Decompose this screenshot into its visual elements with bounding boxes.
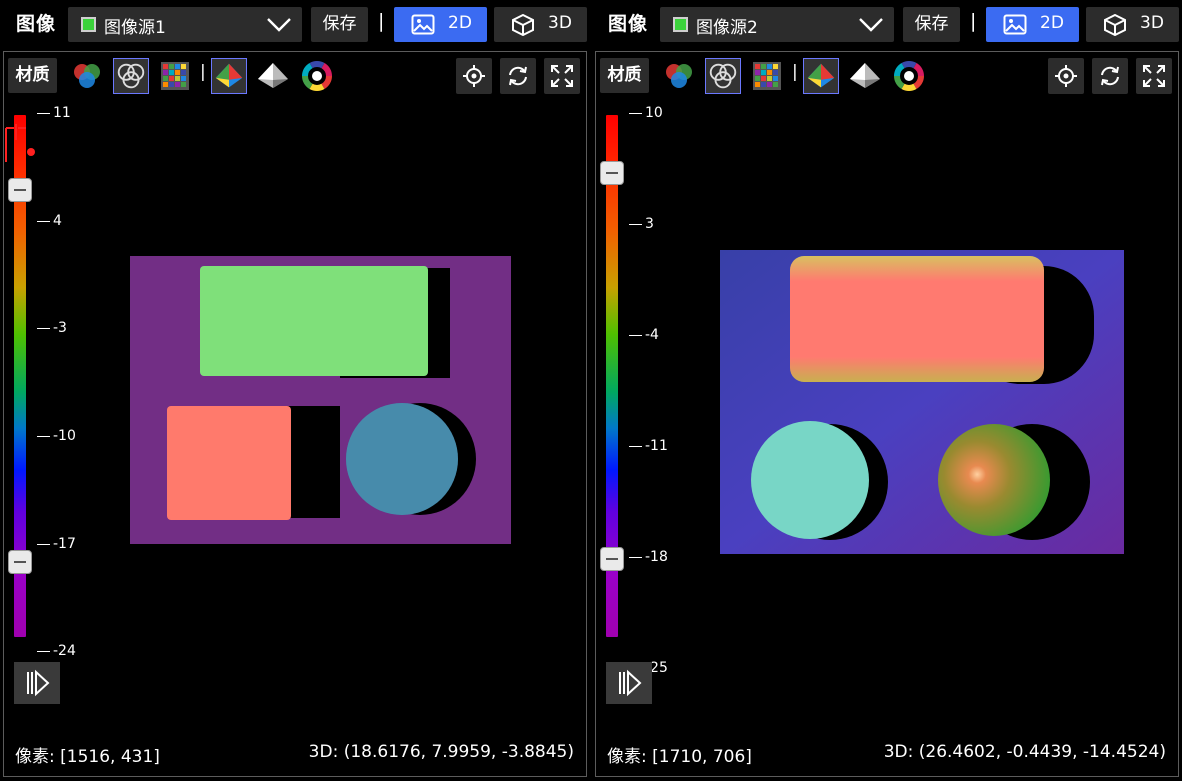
toolbar-divider: | — [792, 62, 798, 82]
colorbar-tick: -4 — [629, 327, 659, 343]
image-source-dropdown[interactable]: 图像源1 — [68, 7, 302, 42]
color-wheel-icon[interactable] — [891, 58, 927, 94]
chevron-down-icon — [859, 18, 883, 32]
colorbar-tick: 3 — [629, 216, 654, 232]
play-icon — [27, 669, 50, 697]
image-icon — [411, 14, 435, 35]
pixel-coordinates: 像素: [1710, 706] — [607, 747, 752, 767]
chevron-down-icon — [267, 18, 291, 32]
image-icon — [1003, 14, 1027, 35]
locate-icon — [463, 65, 485, 87]
viewer-frame: 材质 | — [595, 51, 1179, 777]
depth-image[interactable] — [720, 250, 1124, 554]
locate-icon — [1055, 65, 1077, 87]
refresh-button[interactable] — [500, 58, 536, 94]
colorbar-upper-handle[interactable] — [8, 178, 32, 202]
height-map-icon[interactable] — [211, 58, 247, 94]
colorbar-upper-handle[interactable] — [600, 161, 624, 185]
view-3d-label: 3D — [548, 13, 572, 33]
rgb-color-icon[interactable] — [661, 58, 697, 94]
colorbar-tick: -24 — [37, 643, 76, 659]
colorbar-tick: -11 — [629, 438, 668, 454]
color-grid-icon[interactable] — [157, 58, 193, 94]
colorbar-tick: 11 — [37, 105, 71, 121]
3d-coordinates: 3D: (26.4602, -0.4439, -14.4524) — [883, 742, 1166, 762]
play-button[interactable] — [14, 662, 60, 704]
view-3d-button[interactable]: 3D — [494, 7, 587, 42]
gray-shading-icon[interactable] — [847, 58, 883, 94]
material-button[interactable]: 材质 — [600, 58, 649, 93]
save-button[interactable]: 保存 — [903, 7, 960, 42]
locate-button[interactable] — [1048, 58, 1084, 94]
color-grid-icon[interactable] — [749, 58, 785, 94]
save-button[interactable]: 保存 — [311, 7, 368, 42]
colorbar-tick: -3 — [37, 320, 67, 336]
colorbar-lower-handle[interactable] — [600, 547, 624, 571]
fullscreen-button[interactable] — [544, 58, 580, 94]
height-map-icon[interactable] — [803, 58, 839, 94]
refresh-button[interactable] — [1092, 58, 1128, 94]
colorbar-tick: -17 — [37, 536, 76, 552]
colorbar-lower-handle[interactable] — [8, 550, 32, 574]
colorbar-tick: 10 — [629, 105, 663, 121]
viewer-frame: 材质 | — [3, 51, 587, 777]
fullscreen-icon — [551, 65, 573, 87]
refresh-icon — [1101, 66, 1119, 86]
3d-coordinates: 3D: (18.6176, 7.9959, -3.8845) — [308, 742, 574, 762]
view-3d-label: 3D — [1140, 13, 1164, 33]
colorbar-tick: 4 — [37, 213, 62, 229]
source-indicator-icon — [673, 17, 688, 32]
locate-button[interactable] — [456, 58, 492, 94]
gray-shading-icon[interactable] — [255, 58, 291, 94]
image-source-dropdown[interactable]: 图像源2 — [660, 7, 894, 42]
panel-title: 图像 — [16, 13, 57, 35]
play-icon — [619, 669, 642, 697]
view-2d-label: 2D — [448, 13, 472, 33]
rgb-outline-icon[interactable] — [113, 58, 149, 94]
rgb-color-icon[interactable] — [69, 58, 105, 94]
view-3d-button[interactable]: 3D — [1086, 7, 1179, 42]
color-wheel-icon[interactable] — [299, 58, 335, 94]
viewer-panel-1: 图像 图像源1 保存 | 2D 3D 材质 | 11 4 -3 -10 -17 … — [0, 0, 592, 781]
divider: | — [970, 10, 977, 32]
fullscreen-button[interactable] — [1136, 58, 1172, 94]
cube-icon — [512, 14, 534, 36]
image-source-value: 图像源1 — [104, 18, 166, 38]
panel-header: 图像 图像源1 保存 | 2D 3D — [0, 0, 592, 46]
pixel-coordinates: 像素: [1516, 431] — [15, 747, 160, 767]
view-2d-button[interactable]: 2D — [394, 7, 487, 42]
viewer-panel-2: 图像 图像源2 保存 | 2D 3D 材质 | 10 3 -4 -11 -18 … — [592, 0, 1182, 781]
divider: | — [378, 10, 385, 32]
refresh-icon — [509, 66, 527, 86]
view-2d-button[interactable]: 2D — [986, 7, 1079, 42]
toolbar-divider: | — [200, 62, 206, 82]
rgb-outline-icon[interactable] — [705, 58, 741, 94]
colorbar-tick: -10 — [37, 428, 76, 444]
fullscreen-icon — [1143, 65, 1165, 87]
image-source-value: 图像源2 — [696, 18, 758, 38]
cube-icon — [1104, 14, 1126, 36]
panel-header: 图像 图像源2 保存 | 2D 3D — [592, 0, 1182, 46]
material-button[interactable]: 材质 — [8, 58, 57, 93]
source-indicator-icon — [81, 17, 96, 32]
view-2d-label: 2D — [1040, 13, 1064, 33]
cursor-marker-icon — [5, 124, 35, 162]
depth-image[interactable] — [130, 256, 511, 544]
play-button[interactable] — [606, 662, 652, 704]
panel-title: 图像 — [608, 13, 649, 35]
colorbar-tick: -18 — [629, 549, 668, 565]
